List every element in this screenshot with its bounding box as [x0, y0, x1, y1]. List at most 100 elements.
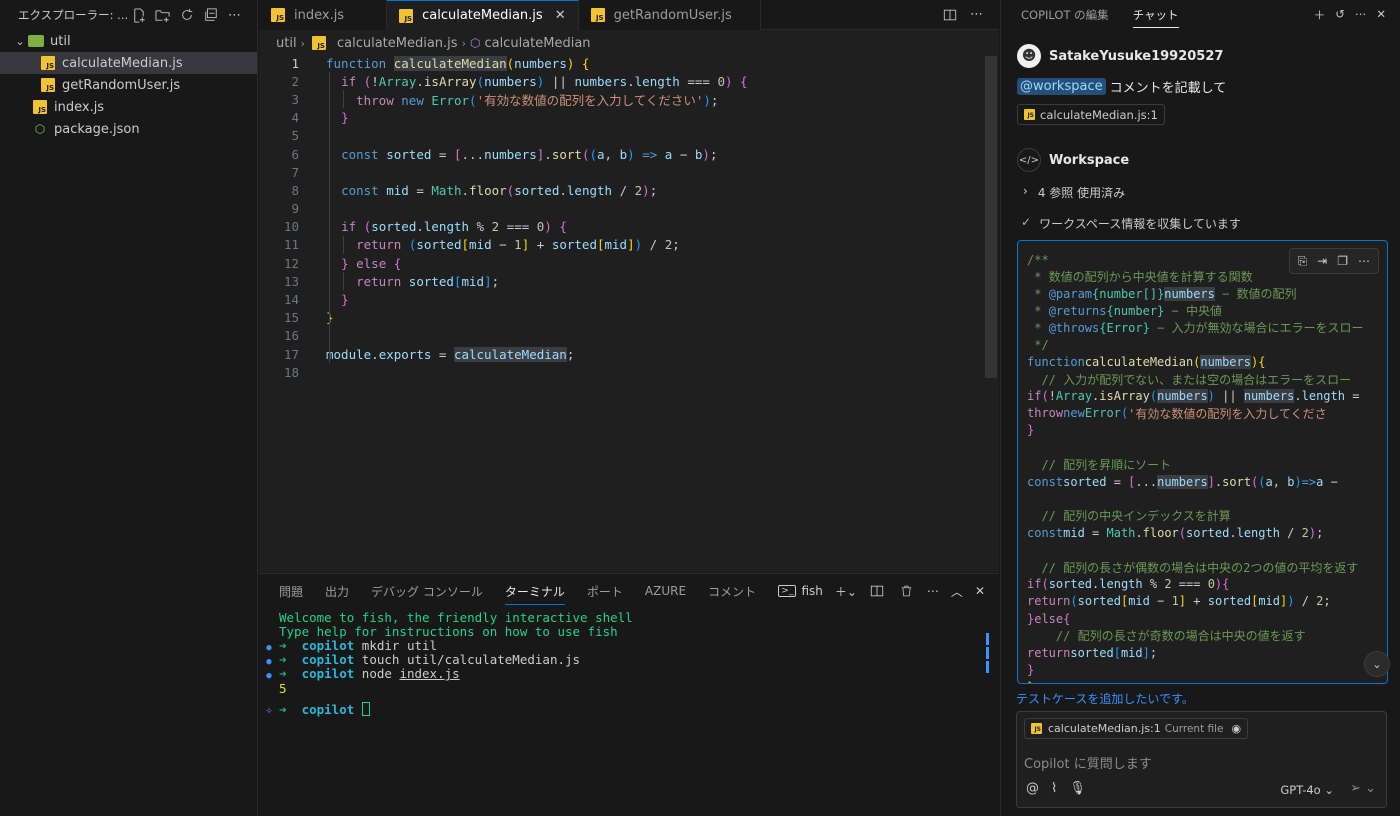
tab-azure[interactable]: AZURE [645, 584, 686, 598]
editor-scrollbar[interactable] [985, 56, 997, 378]
breadcrumb-folder[interactable]: util [276, 36, 297, 51]
breadcrumb-file[interactable]: calculateMedian.js [337, 36, 458, 51]
javascript-file-icon: JS [590, 8, 605, 22]
progress-status: ✓ ワークスペース情報を収集しています [1021, 215, 1241, 232]
code-line: 6 const sorted = [...numbers].sort((a, b… [259, 145, 999, 163]
code-line: 14 } [259, 290, 999, 308]
breadcrumb-symbol[interactable]: calculateMedian [484, 36, 590, 51]
context-chip[interactable]: JS calculateMedian.js:1 Current file ◉ [1024, 718, 1249, 739]
terminal-output-value: 5 [279, 680, 287, 696]
reference-chip[interactable]: JS calculateMedian.js:1 [1017, 104, 1165, 125]
more-actions-icon[interactable]: ⋯ [226, 7, 243, 24]
terminal-line: ● ➜ copilot node index.js [266, 666, 460, 682]
tab-ports[interactable]: ポート [587, 583, 623, 600]
chevron-right-icon: › [300, 36, 305, 50]
terminal-command: mkdir util [361, 637, 438, 653]
refresh-icon[interactable] [178, 7, 195, 24]
indent-guide [343, 236, 344, 254]
attach-paperclip-icon[interactable]: ⌇ [1051, 781, 1057, 796]
code-content: /** * 数値の配列から中央値を計算する関数 * @param {number… [1027, 252, 1364, 683]
insert-at-cursor-icon[interactable]: ⇥ [1317, 254, 1327, 268]
tree-item-getrandomuser[interactable]: JS getRandomUser.js [0, 74, 257, 96]
line-number: 6 [291, 146, 299, 162]
bottom-panel: 問題 出力 デバッグ コンソール ターミナル ポート AZURE コメント >_… [259, 573, 999, 816]
new-file-icon[interactable] [130, 7, 147, 24]
terminal-shell-selector[interactable]: >_ fish [778, 584, 823, 598]
chat-input-box[interactable]: JS calculateMedian.js:1 Current file ◉ C… [1016, 711, 1387, 808]
send-icon[interactable]: ➢ ⌄ [1350, 781, 1376, 796]
more-actions-icon[interactable]: ⋯ [927, 584, 939, 598]
line-number: 2 [291, 73, 299, 89]
terminal-line: Type help for instructions on how to use… [259, 623, 989, 639]
new-folder-icon[interactable] [154, 7, 171, 24]
code-editor[interactable]: 1 function calculateMedian(numbers) { 2 i… [259, 54, 999, 381]
tree-item-index[interactable]: JS index.js [0, 96, 257, 118]
terminal-line: 5 [259, 680, 989, 696]
avatar: ☻ [1017, 44, 1041, 68]
eye-icon[interactable]: ◉ [1232, 722, 1242, 735]
history-icon[interactable]: ↺ [1335, 7, 1345, 23]
chat-input-placeholder[interactable]: Copilot に質問します [1024, 753, 1152, 772]
model-selector[interactable]: GPT-4o ⌄ [1280, 783, 1334, 797]
tree-item-package-json[interactable]: ⬡ package.json [0, 118, 257, 140]
tab-output[interactable]: 出力 [325, 583, 349, 600]
line-number: 10 [283, 219, 299, 235]
line-number: 3 [291, 91, 299, 107]
tab-comments[interactable]: コメント [708, 583, 756, 600]
tab-problems[interactable]: 問題 [279, 583, 303, 600]
line-number: 15 [283, 310, 299, 326]
follow-up-suggestion[interactable]: テストケースを追加したいです。 [1016, 690, 1194, 707]
trash-icon[interactable] [898, 583, 915, 600]
tree-item-util[interactable]: ⌄ util [0, 30, 257, 52]
close-icon[interactable]: ✕ [555, 8, 566, 23]
split-terminal-icon[interactable] [869, 583, 886, 600]
split-editor-icon[interactable] [941, 6, 958, 23]
code-line: 15} [259, 309, 999, 327]
user-name: SatakeYusuke19920527 [1049, 48, 1224, 64]
tab-terminal[interactable]: ターミナル [504, 583, 565, 605]
close-panel-icon[interactable]: ✕ [975, 584, 985, 598]
new-chat-icon[interactable]: ＋ [1314, 7, 1326, 23]
more-actions-icon[interactable]: ⋯ [1358, 254, 1370, 268]
collapse-all-icon[interactable] [202, 7, 219, 24]
line-number: 5 [291, 128, 299, 144]
sparkle-icon[interactable]: ✧ [259, 702, 279, 717]
javascript-file-icon: JS [1024, 109, 1035, 120]
references-label: 4 参照 使用済み [1037, 186, 1126, 200]
tree-item-calculatemedian[interactable]: JS calculateMedian.js [0, 52, 257, 74]
javascript-file-icon: JS [1031, 723, 1042, 734]
new-terminal-icon[interactable]: ＋⌄ [835, 583, 857, 600]
apply-in-editor-icon[interactable]: ⎘ [1298, 254, 1308, 269]
panel-tabs: 問題 出力 デバッグ コンソール ターミナル ポート AZURE コメント >_… [259, 574, 999, 608]
javascript-file-icon: JS [41, 78, 55, 92]
prompt: copilot [301, 652, 355, 668]
scroll-to-bottom-button[interactable]: ⌄ [1364, 651, 1390, 677]
tab-chat[interactable]: チャット [1132, 7, 1179, 28]
terminal-file-link[interactable]: index.js [399, 666, 459, 681]
tab-copilot-edits[interactable]: COPILOT の編集 [1021, 7, 1109, 23]
more-actions-icon[interactable]: ⋯ [968, 6, 985, 23]
close-icon[interactable]: ✕ [1376, 7, 1386, 23]
explorer-sidebar: エクスプローラー: ... ⋯ ⌄ util JS calculateMedia… [0, 0, 258, 816]
more-actions-icon[interactable]: ⋯ [1355, 7, 1367, 23]
terminal-cursor [361, 702, 370, 717]
code-line: 2 if (!Array.isArray(numbers) || numbers… [259, 72, 999, 90]
maximize-panel-icon[interactable]: ︿ [951, 583, 963, 600]
reference-label: calculateMedian.js:1 [1040, 107, 1158, 122]
tab-calculatemedian-js[interactable]: JS calculateMedian.js ✕ [387, 0, 579, 30]
references-used[interactable]: › 4 参照 使用済み [1023, 184, 1125, 201]
terminal-output[interactable]: Welcome to fish, the friendly interactiv… [259, 610, 989, 723]
chevron-right-icon: › [461, 36, 466, 50]
tab-getrandomuser-js[interactable]: JS getRandomUser.js [578, 0, 761, 30]
microphone-icon[interactable]: 🎙︎ [1069, 781, 1086, 796]
response-code-block[interactable]: ⎘ ⇥ ❐ ⋯ /** * 数値の配列から中央値を計算する関数 * @param… [1017, 240, 1388, 684]
breadcrumb: util › JS calculateMedian.js › ⬡ calcula… [259, 30, 999, 56]
terminal-line: Welcome to fish, the friendly interactiv… [259, 610, 989, 625]
javascript-file-icon: JS [271, 8, 285, 22]
tab-index-js[interactable]: JS index.js [259, 0, 388, 30]
tab-debug-console[interactable]: デバッグ コンソール [371, 583, 483, 600]
mention-at-icon[interactable]: @ [1026, 781, 1039, 796]
copy-icon[interactable]: ❐ [1337, 254, 1348, 268]
terminal-text: Type help for instructions on how to use… [279, 623, 618, 639]
command-decoration-icon[interactable]: ● [266, 671, 271, 681]
